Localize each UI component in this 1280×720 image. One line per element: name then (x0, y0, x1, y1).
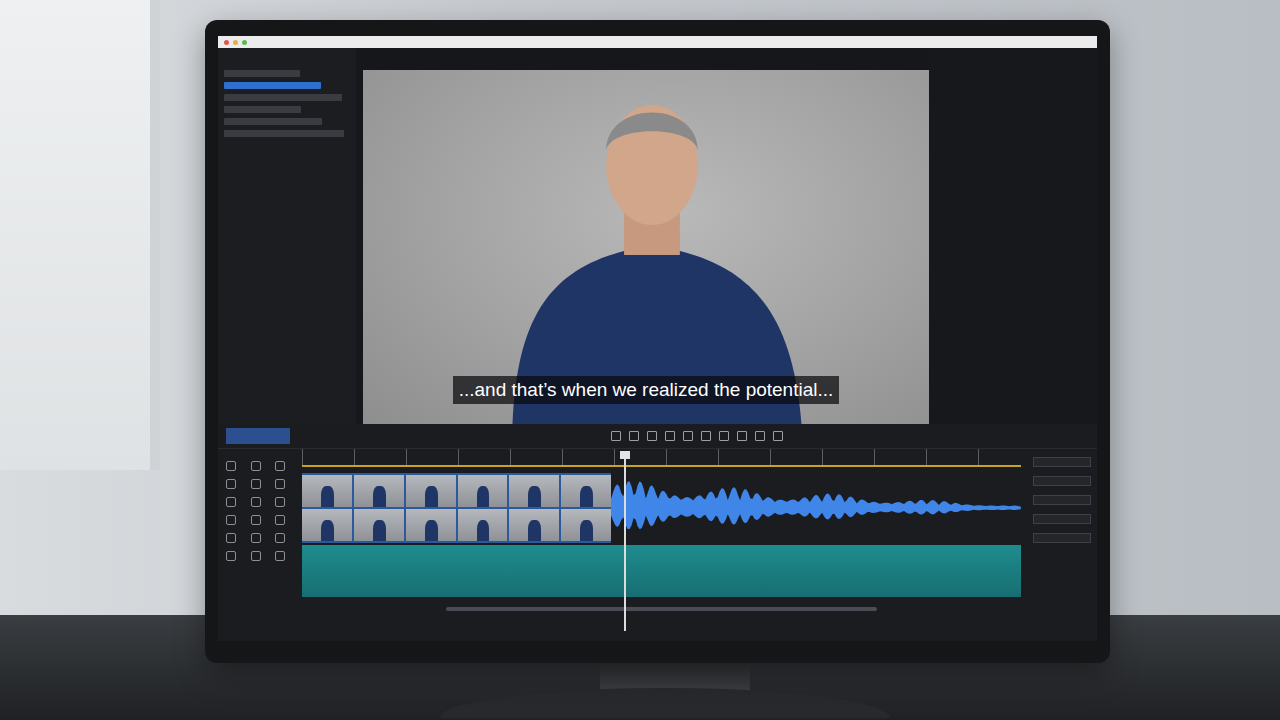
timeline-toolbar (218, 424, 1097, 449)
tool-icon[interactable] (275, 461, 285, 471)
clip-thumbnail (302, 475, 352, 507)
setting-dropdown[interactable] (1033, 533, 1091, 543)
video-frame (363, 70, 929, 424)
audio-track[interactable] (302, 545, 1021, 597)
setting-dropdown[interactable] (1033, 495, 1091, 505)
tool-icon[interactable] (251, 461, 261, 471)
window (0, 0, 160, 470)
tool-icon[interactable] (275, 497, 285, 507)
clip-thumbnail (406, 509, 456, 541)
tool-icon[interactable] (629, 431, 639, 441)
media-item[interactable] (224, 70, 300, 77)
tool-icon[interactable] (226, 497, 236, 507)
tool-icon[interactable] (226, 515, 236, 525)
track-settings (1027, 449, 1097, 641)
clip-thumbnail (561, 509, 611, 541)
playhead[interactable] (624, 451, 626, 631)
tool-icon[interactable] (755, 431, 765, 441)
tool-icon[interactable] (226, 533, 236, 543)
tool-icon[interactable] (251, 479, 261, 489)
clip-thumbnail (509, 509, 559, 541)
tool-icon[interactable] (647, 431, 657, 441)
video-track (302, 473, 1021, 543)
tool-icon[interactable] (683, 431, 693, 441)
clip-thumbnail (354, 509, 404, 541)
timeline-scrollbar[interactable] (302, 603, 1021, 615)
tool-icon[interactable] (701, 431, 711, 441)
tool-icon[interactable] (611, 431, 621, 441)
editor-screen: ...and that’s when we realized the poten… (218, 36, 1097, 641)
video-preview: ...and that’s when we realized the poten… (363, 70, 929, 424)
tool-icon[interactable] (737, 431, 747, 441)
clip-thumbnail (561, 475, 611, 507)
clip-thumbnail (458, 475, 508, 507)
tool-icon[interactable] (275, 515, 285, 525)
tool-icon[interactable] (773, 431, 783, 441)
caption-overlay: ...and that’s when we realized the poten… (363, 376, 929, 404)
timeline-body (218, 449, 1097, 641)
clip-thumbnail (354, 475, 404, 507)
tool-icon[interactable] (251, 515, 261, 525)
toolbar-icons (296, 431, 1097, 441)
track-area (302, 449, 1027, 641)
media-item[interactable] (224, 106, 301, 113)
time-ruler[interactable] (302, 449, 1021, 467)
tool-icon[interactable] (226, 479, 236, 489)
tool-icon[interactable] (226, 461, 236, 471)
media-item[interactable] (224, 82, 321, 89)
scroll-thumb[interactable] (446, 607, 877, 611)
setting-dropdown[interactable] (1033, 514, 1091, 524)
main-area: ...and that’s when we realized the poten… (218, 48, 1097, 424)
timeline-panel (218, 424, 1097, 641)
monitor: ...and that’s when we realized the poten… (205, 20, 1110, 663)
window-control-icon[interactable] (224, 40, 229, 45)
tool-icon[interactable] (275, 551, 285, 561)
title-bar (218, 36, 1097, 48)
media-panel (218, 48, 356, 424)
timeline-tab[interactable] (226, 428, 290, 444)
tool-icon[interactable] (226, 551, 236, 561)
tool-icon[interactable] (251, 533, 261, 543)
clip-thumbnail (458, 509, 508, 541)
waveform-icon (611, 478, 1021, 538)
media-item[interactable] (224, 118, 322, 125)
media-item[interactable] (224, 130, 344, 137)
setting-dropdown[interactable] (1033, 476, 1091, 486)
window-control-icon[interactable] (242, 40, 247, 45)
tool-icon[interactable] (275, 479, 285, 489)
tool-icon[interactable] (275, 533, 285, 543)
tool-palette (218, 449, 302, 641)
setting-dropdown[interactable] (1033, 457, 1091, 467)
clip-thumbnail (406, 475, 456, 507)
clip-thumbnail (509, 475, 559, 507)
inspector-panel (929, 48, 1097, 424)
tool-icon[interactable] (665, 431, 675, 441)
caption-text: ...and that’s when we realized the poten… (453, 376, 840, 404)
window-control-icon[interactable] (233, 40, 238, 45)
media-item[interactable] (224, 94, 342, 101)
tool-icon[interactable] (719, 431, 729, 441)
tool-icon[interactable] (251, 551, 261, 561)
clip-thumbnail (302, 509, 352, 541)
video-clip[interactable] (302, 473, 611, 543)
tool-icon[interactable] (251, 497, 261, 507)
audio-waveform[interactable] (611, 473, 1021, 543)
